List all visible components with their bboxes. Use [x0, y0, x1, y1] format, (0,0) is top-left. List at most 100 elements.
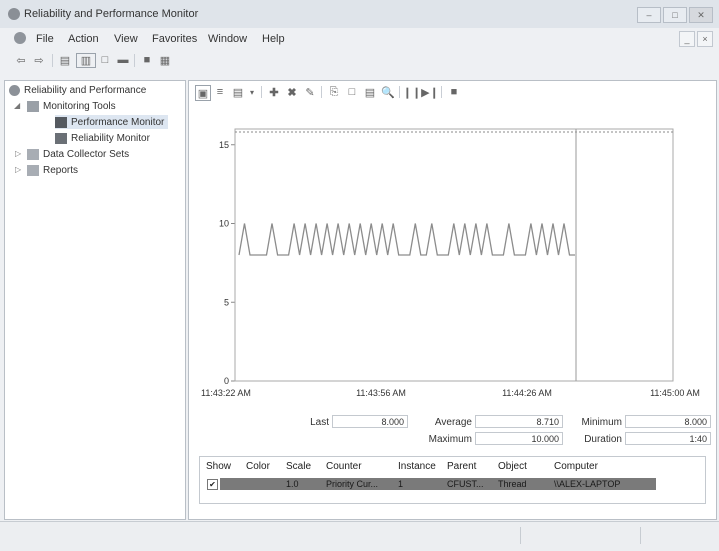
show-hide-tree-icon[interactable]: ▥ — [76, 53, 96, 68]
status-divider — [640, 527, 641, 544]
last-label: Last — [310, 417, 329, 428]
export-list-icon[interactable]: □ — [98, 53, 112, 67]
toolbar-separator — [399, 86, 400, 98]
performance-line-chart: 0 5 10 15 11:43:22 AM 11:43:56 AM 11:44:26 AM… — [201, 128, 700, 398]
menu-window[interactable]: Window — [208, 33, 247, 45]
data-collector-icon — [27, 148, 39, 160]
update-data-icon[interactable]: ▶❙ — [421, 85, 439, 99]
child-restore-button[interactable]: _ — [679, 31, 695, 47]
window-title: Reliability and Performance Monitor — [24, 8, 199, 20]
tree-item-label: Reports — [43, 164, 79, 176]
tree-item-label: Performance Monitor — [71, 116, 165, 128]
maximize-button[interactable]: □ — [663, 7, 687, 23]
y-tick-label: 5 — [224, 297, 229, 307]
column-header-show[interactable]: Show — [206, 461, 231, 472]
column-header-object[interactable]: Object — [498, 461, 527, 472]
cell-counter: Priority Cur... — [326, 479, 379, 489]
properties-icon[interactable]: ▤ — [363, 85, 377, 99]
tree-item-performance-monitor[interactable]: Performance Monitor — [55, 115, 169, 129]
x-tick-label: 11:45:00 AM — [650, 388, 700, 398]
tree-item-data-collector-sets[interactable]: Data Collector Sets — [27, 147, 129, 161]
add-counter-icon[interactable]: ✚ — [267, 85, 281, 99]
main-toolbar: ⇦ ⇨ ▤ ▥ □ ▬ ■ ▦ — [0, 50, 719, 70]
duration-value: 1:40 — [625, 432, 711, 445]
menu-view[interactable]: View — [114, 33, 138, 45]
status-divider — [520, 527, 521, 544]
child-close-button[interactable]: × — [697, 31, 713, 47]
forward-arrow-icon[interactable]: ⇨ — [32, 53, 46, 67]
minimum-value: 8.000 — [625, 415, 711, 428]
mmc-icon — [14, 32, 26, 44]
view-current-activity-icon[interactable]: ▣ — [195, 85, 211, 101]
cell-computer: \\ALEX-LAPTOP — [554, 479, 621, 489]
toolbar-separator — [134, 54, 135, 67]
help-icon[interactable]: ■ — [140, 53, 154, 67]
counter-legend-table: Show Color Scale Counter Instance Parent… — [199, 456, 706, 504]
column-header-instance[interactable]: Instance — [398, 461, 436, 472]
reports-icon — [27, 164, 39, 176]
menu-favorites[interactable]: Favorites — [152, 33, 197, 45]
app-icon — [8, 8, 20, 20]
maximum-value: 10.000 — [475, 432, 563, 445]
toolbar-separator — [441, 86, 442, 98]
chevron-down-icon[interactable]: ▾ — [245, 85, 259, 99]
average-value: 8.710 — [475, 415, 563, 428]
menu-file[interactable]: File — [36, 33, 54, 45]
action-pane-icon[interactable]: ▦ — [158, 53, 172, 67]
y-tick-label: 10 — [219, 219, 229, 229]
navigation-tree: Reliability and Performance ◢ Monitoring… — [4, 80, 186, 520]
delete-counter-icon[interactable]: ✖ — [285, 85, 299, 99]
tree-item-reports[interactable]: Reports — [27, 163, 78, 177]
column-header-color[interactable]: Color — [246, 461, 270, 472]
properties-icon[interactable]: ▬ — [116, 53, 130, 67]
monitoring-tools-icon — [27, 100, 39, 112]
show-checkbox[interactable]: ✔ — [207, 479, 218, 490]
close-button[interactable]: ✕ — [689, 7, 713, 23]
tree-item-label: Reliability and Performance — [24, 84, 147, 96]
x-tick-label: 11:43:22 AM — [201, 388, 251, 398]
up-folder-icon[interactable]: ▤ — [58, 53, 72, 67]
collapse-arrow-icon[interactable]: ◢ — [14, 101, 20, 110]
title-bar: Reliability and Performance Monitor – □ … — [0, 0, 719, 28]
zoom-icon[interactable]: 🔍 — [381, 85, 395, 99]
child-window-controls: _ × — [679, 31, 713, 47]
reliability-monitor-icon — [55, 132, 67, 144]
back-arrow-icon[interactable]: ⇦ — [14, 53, 28, 67]
column-header-scale[interactable]: Scale — [286, 461, 311, 472]
highlight-icon[interactable]: ✎ — [303, 85, 317, 99]
column-header-computer[interactable]: Computer — [554, 461, 598, 472]
y-tick-label: 0 — [224, 376, 229, 386]
minimum-label: Minimum — [581, 417, 622, 428]
cell-instance: 1 — [398, 479, 404, 489]
expand-arrow-icon[interactable]: ▷ — [15, 165, 21, 174]
column-header-counter[interactable]: Counter — [326, 461, 362, 472]
cell-parent: CFUST... — [447, 479, 484, 489]
performance-monitor-toolbar: ▣ ≡ ▤ ▾ ✚ ✖ ✎ ⎘ □ ▤ 🔍 ❙❙ ▶❙ ■ — [195, 83, 705, 101]
x-tick-label: 11:43:56 AM — [356, 388, 406, 398]
window-controls: – □ ✕ — [637, 7, 713, 23]
y-axis: 0 5 10 15 — [219, 140, 235, 386]
toolbar-separator — [321, 86, 322, 98]
paste-counter-list-icon[interactable]: □ — [345, 85, 359, 99]
menu-action[interactable]: Action — [68, 33, 99, 45]
cell-scale: 1.0 — [286, 479, 299, 489]
change-graph-type-icon[interactable]: ▤ — [231, 85, 245, 99]
gear-icon — [9, 84, 20, 96]
expand-arrow-icon[interactable]: ▷ — [15, 149, 21, 158]
tree-item-reliability-monitor[interactable]: Reliability Monitor — [55, 131, 150, 145]
status-bar — [0, 521, 719, 551]
help-icon[interactable]: ■ — [447, 85, 461, 99]
tree-item-label: Monitoring Tools — [43, 100, 116, 112]
view-log-data-icon[interactable]: ≡ — [213, 85, 227, 99]
duration-label: Duration — [584, 434, 622, 445]
last-value: 8.000 — [332, 415, 408, 428]
column-header-parent[interactable]: Parent — [447, 461, 476, 472]
minimize-button[interactable]: – — [637, 7, 661, 23]
average-label: Average — [434, 417, 472, 428]
copy-properties-icon[interactable]: ⎘ — [327, 85, 341, 99]
tree-item-monitoring-tools[interactable]: Monitoring Tools — [27, 99, 116, 113]
freeze-display-icon[interactable]: ❙❙ — [403, 85, 421, 99]
menu-help[interactable]: Help — [262, 33, 285, 45]
tree-item-reliability-and-performance[interactable]: Reliability and Performance — [9, 83, 146, 97]
tree-item-label: Reliability Monitor — [71, 132, 150, 144]
